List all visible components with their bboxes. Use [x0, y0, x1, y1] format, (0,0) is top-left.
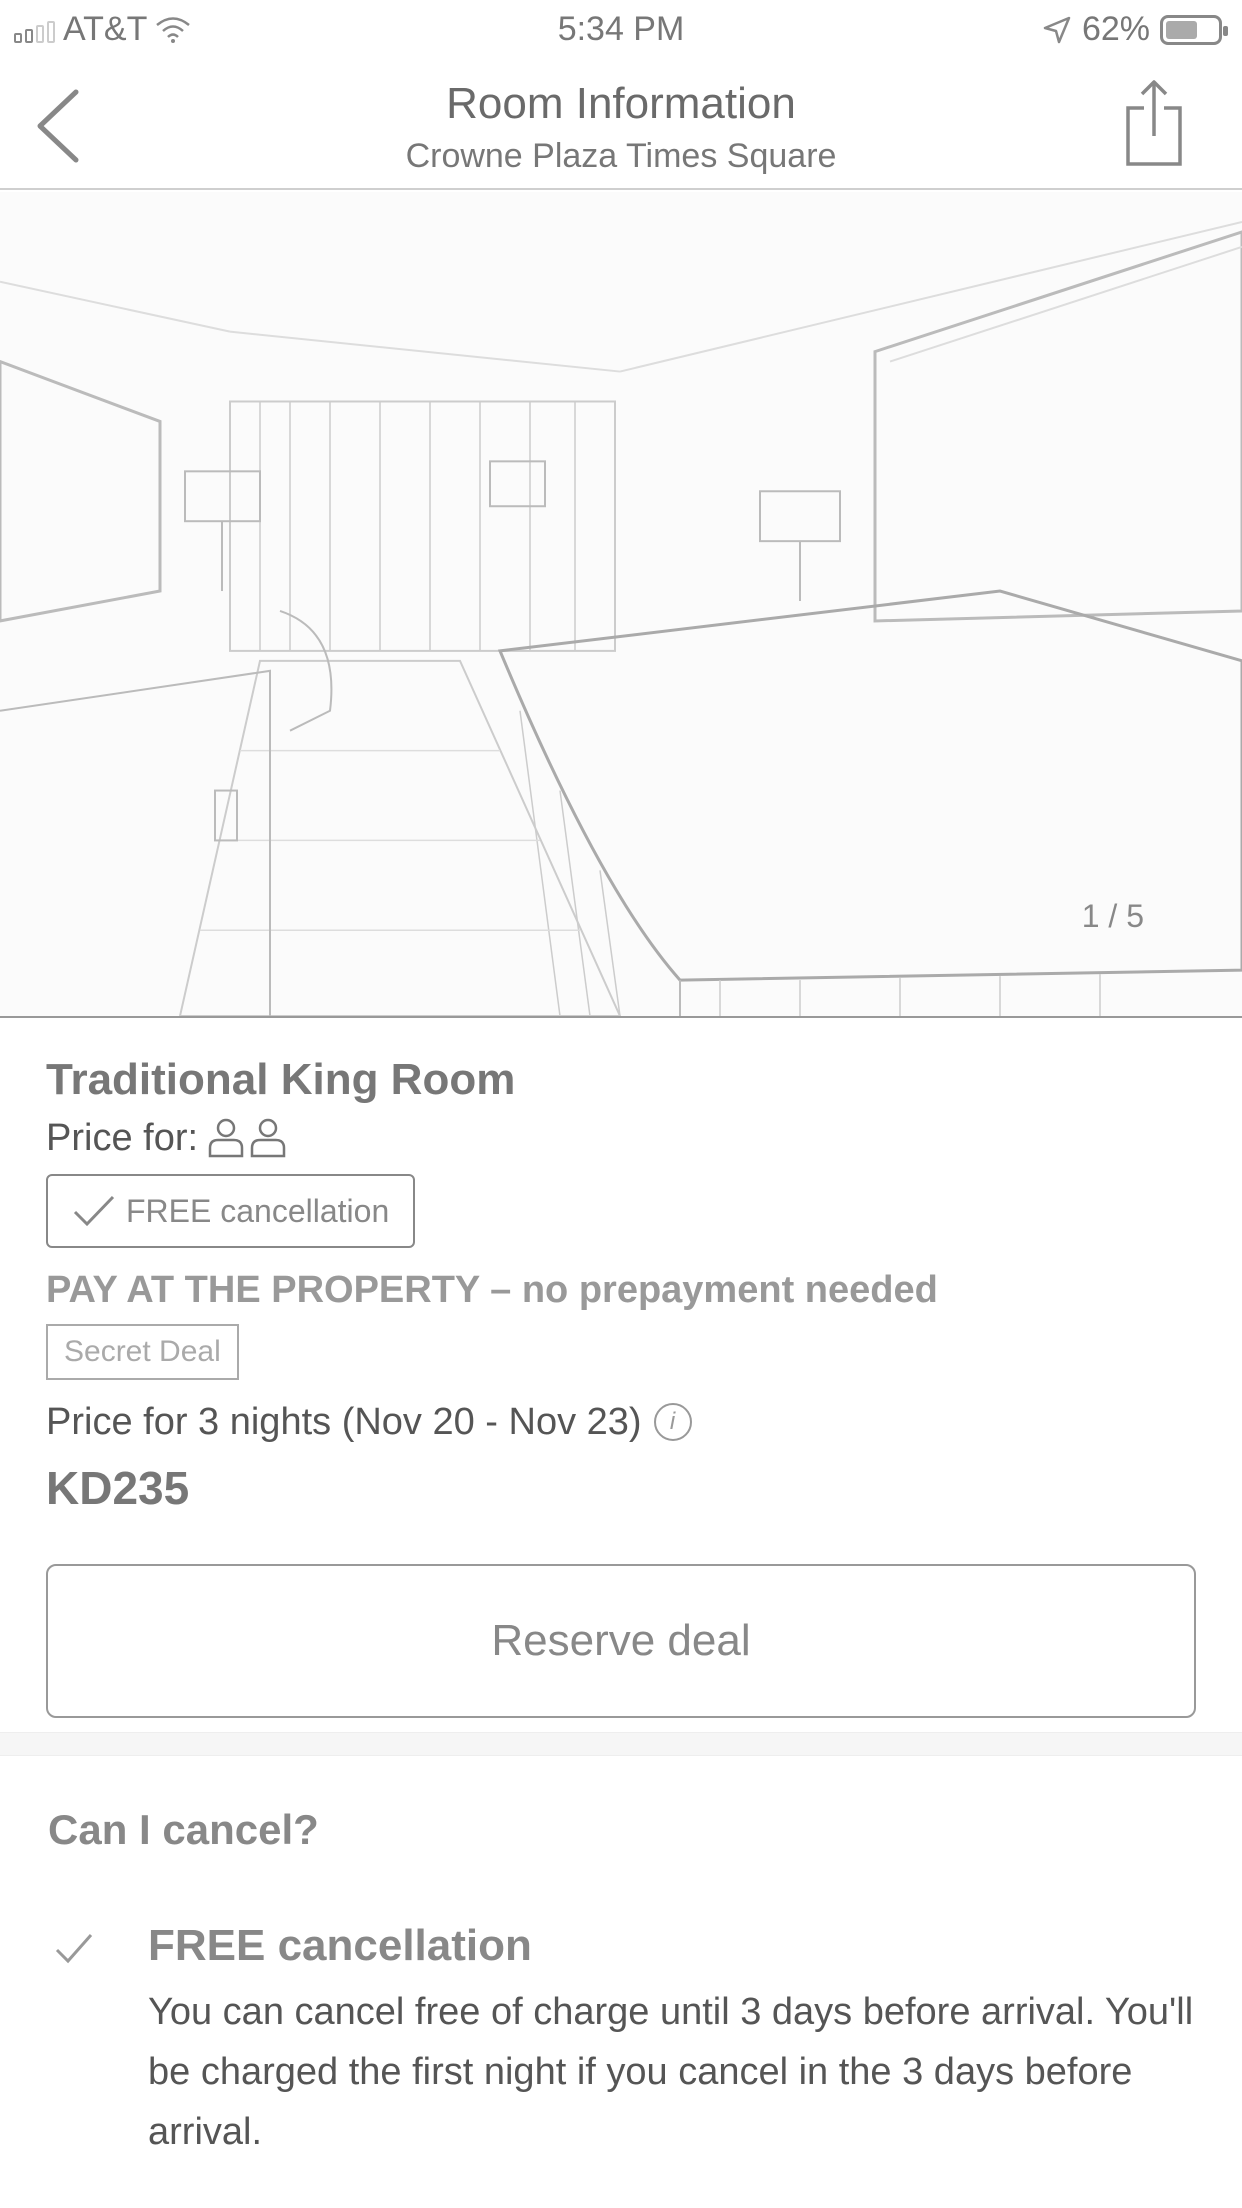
- nights-row: Price for 3 nights (Nov 20 - Nov 23) i: [46, 1392, 1196, 1452]
- nav-titles: Room Information Crowne Plaza Times Squa…: [0, 76, 1242, 180]
- nights-label: Price for 3 nights (Nov 20 - Nov 23): [46, 1401, 642, 1443]
- person-icon: [208, 1118, 244, 1158]
- battery-icon: [1160, 14, 1228, 45]
- person-icon: [250, 1118, 286, 1158]
- hotel-name: Crowne Plaza Times Square: [405, 137, 837, 175]
- room-photo[interactable]: 1 / 5: [0, 192, 1242, 1018]
- navigation-bar: Room Information Crowne Plaza Times Squa…: [0, 60, 1242, 190]
- checkmark-icon: [55, 1934, 93, 1964]
- guests-icons: [208, 1118, 286, 1158]
- photo-counter: 1 / 5: [1081, 898, 1144, 934]
- room-photo-illustration: [0, 220, 1242, 1016]
- battery-group: 62%: [1042, 10, 1228, 49]
- pay-at-property-text: PAY AT THE PROPERTY – no prepayment need…: [46, 1269, 938, 1311]
- price-for-row: Price for:: [46, 1110, 1196, 1166]
- battery-fill: [1166, 20, 1197, 39]
- reserve-deal-button[interactable]: Reserve deal: [46, 1564, 1196, 1718]
- cancellation-section: Can I cancel? FREE cancellation You can …: [48, 1800, 1198, 2162]
- total-price: KD235: [46, 1462, 190, 1514]
- price-for-label: Price for:: [46, 1117, 199, 1159]
- page-title: Room Information: [446, 79, 796, 128]
- checkmark-icon: [73, 1195, 115, 1227]
- room-details: Traditional King Room Price for: FREE ca…: [46, 1050, 1196, 1718]
- cancellation-title: Can I cancel?: [48, 1806, 319, 1853]
- free-cancellation-badge: FREE cancellation: [46, 1174, 416, 1248]
- share-icon[interactable]: [1122, 78, 1186, 170]
- room-name: Traditional King Room: [46, 1055, 516, 1104]
- cancellation-item-title: FREE cancellation: [148, 1921, 532, 1970]
- cancellation-item: FREE cancellation You can cancel free of…: [48, 1916, 1198, 2162]
- cancellation-item-text: You can cancel free of charge until 3 da…: [148, 1991, 1194, 2153]
- section-divider: [0, 1732, 1242, 1756]
- free-cancellation-badge-label: FREE cancellation: [126, 1192, 390, 1229]
- location-arrow-icon: [1043, 16, 1071, 43]
- status-bar: AT&T 5:34 PM 62%: [0, 0, 1242, 60]
- secret-deal-badge: Secret Deal: [46, 1324, 239, 1380]
- info-icon[interactable]: i: [653, 1403, 692, 1441]
- battery-percent: 62%: [1081, 10, 1150, 48]
